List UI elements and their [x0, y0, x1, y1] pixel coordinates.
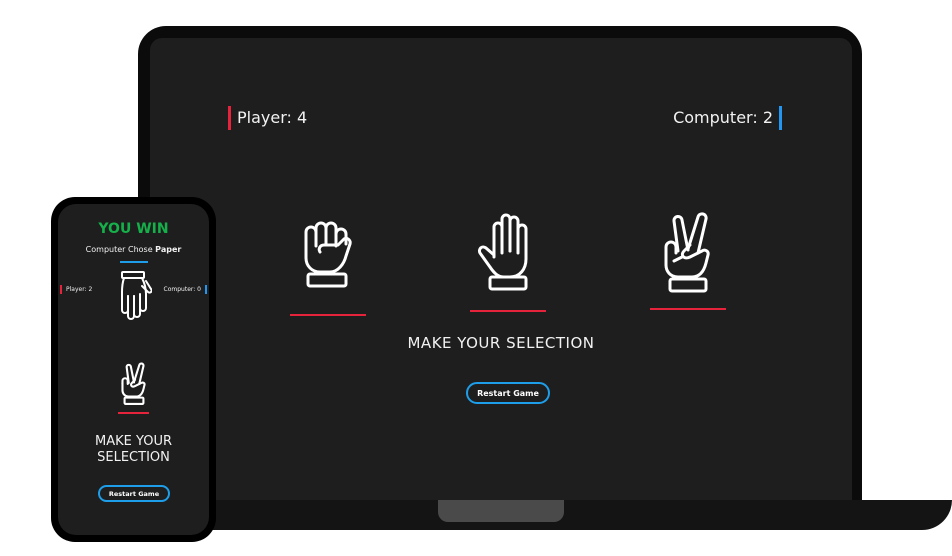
computer-choice-text: Computer Chose Paper [58, 245, 209, 254]
scissors-button[interactable] [650, 208, 726, 310]
phone-prompt-line2: SELECTION [97, 450, 170, 465]
computer-choice-underline [120, 261, 148, 263]
restart-game-button[interactable]: Restart Game [466, 382, 550, 404]
rock-fist-icon [304, 221, 352, 288]
phone-computer-score: Computer: 0 [164, 285, 207, 294]
selection-prompt: MAKE YOUR SELECTION [407, 334, 595, 352]
phone-scissors-underline [118, 412, 149, 414]
computer-choice-value: Paper [155, 245, 182, 254]
laptop-screen: Player: 4 Computer: 2 MAKE YOUR SELECTIO… [150, 38, 852, 500]
phone-screen: YOU WIN Computer Chose Paper Player: 2 C… [58, 204, 209, 535]
laptop-notch [438, 500, 564, 522]
rock-button[interactable] [290, 216, 366, 316]
rock-underline [290, 314, 366, 316]
phone-scissors-button[interactable] [115, 362, 153, 406]
phone-player-score: Player: 2 [60, 285, 92, 294]
phone-frame: YOU WIN Computer Chose Paper Player: 2 C… [51, 197, 216, 542]
phone-selection-prompt: MAKE YOUR SELECTION [58, 434, 209, 466]
paper-underline [470, 310, 546, 312]
phone-scissors-icon [121, 362, 146, 405]
scissors-underline [650, 308, 726, 310]
phone-prompt-line1: MAKE YOUR [95, 434, 172, 449]
computer-paper-hand-icon [121, 271, 152, 320]
computer-chose-prefix: Computer Chose [85, 245, 153, 254]
player-score: Player: 4 [228, 106, 307, 130]
paper-hand-icon [478, 213, 528, 291]
paper-button[interactable] [470, 210, 546, 312]
result-title: YOU WIN [98, 221, 169, 237]
computer-score: Computer: 2 [673, 106, 782, 130]
phone-restart-game-button[interactable]: Restart Game [98, 485, 170, 502]
scissors-peace-icon [664, 212, 710, 293]
